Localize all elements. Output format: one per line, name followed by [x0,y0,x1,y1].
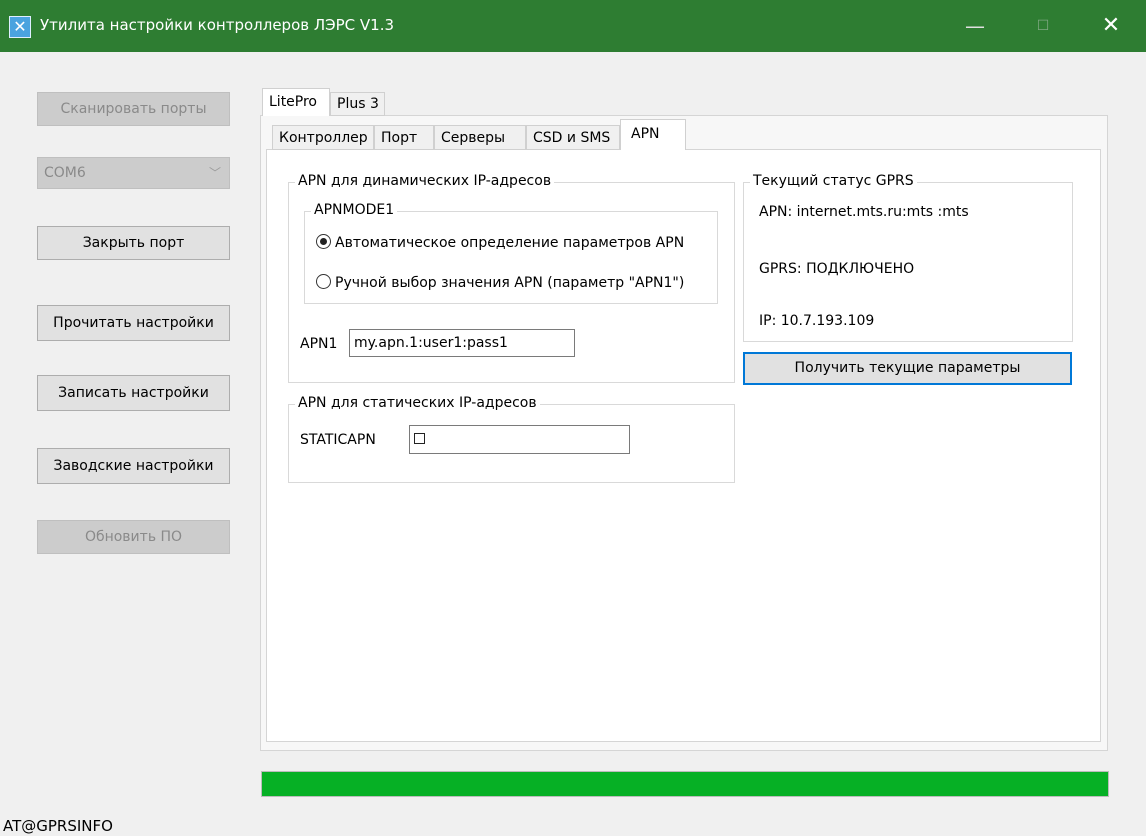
chevron-down-icon: ﹀ [208,166,221,180]
gprs-ip-value: IP: 10.7.193.109 [759,313,875,329]
staticapn-input[interactable] [409,425,630,454]
staticapn-label: STATICAPN [300,432,376,448]
gprs-status-title: Текущий статус GPRS [750,173,917,189]
tab-servers[interactable]: Серверы [434,125,526,150]
radio-manual-apn[interactable]: Ручной выбор значения APN (параметр "APN… [316,274,684,291]
write-settings-button[interactable]: Записать настройки [37,375,230,411]
tab-csd-sms[interactable]: CSD и SMS [526,125,620,150]
tab-litepro[interactable]: LitePro [262,88,330,116]
update-firmware-button[interactable]: Обновить ПО [37,520,230,554]
apn1-input[interactable]: my.apn.1:user1:pass1 [349,329,575,357]
tab-plus-3[interactable]: Plus 3 [330,92,385,116]
radio-unchecked-icon[interactable] [316,274,331,289]
radio-auto-label: Автоматическое определение параметров AP… [335,235,685,251]
radio-manual-label: Ручной выбор значения APN (параметр "APN… [335,275,685,291]
square-glyph-icon [414,433,425,444]
factory-settings-button[interactable]: Заводские настройки [37,448,230,484]
tab-apn[interactable]: APN [620,119,686,150]
minimize-icon[interactable]: — [952,10,998,42]
port-select[interactable]: COM6 ﹀ [37,157,230,189]
tab-controller[interactable]: Контроллер [272,125,374,150]
radio-auto-apn[interactable]: Автоматическое определение параметров AP… [316,234,684,251]
apn-dynamic-title: APN для динамических IP-адресов [295,173,555,189]
status-bar: AT@GPRSINFO [0,813,1146,836]
maximize-icon[interactable]: ☐ [1020,10,1066,42]
gprs-state-value: GPRS: ПОДКЛЮЧЕНО [759,261,915,277]
scan-ports-button[interactable]: Сканировать порты [37,92,230,126]
app-icon: ✕ [9,16,31,38]
tab-port[interactable]: Порт [374,125,434,150]
apnmode1-title: APNMODE1 [311,202,398,218]
read-settings-button[interactable]: Прочитать настройки [37,305,230,341]
close-port-button[interactable]: Закрыть порт [37,226,230,260]
get-current-params-button[interactable]: Получить текущие параметры [743,352,1072,385]
progress-bar [261,771,1109,797]
close-icon[interactable]: ✕ [1088,10,1134,42]
window-title: Утилита настройки контроллеров ЛЭРС V1.3 [40,16,395,34]
radio-checked-icon[interactable] [316,234,331,249]
progress-fill [262,772,1108,796]
title-bar: ✕ Утилита настройки контроллеров ЛЭРС V1… [0,0,1146,52]
port-select-value: COM6 [44,165,86,181]
apn-static-title: APN для статических IP-адресов [295,395,540,411]
apn1-label: APN1 [300,336,338,352]
gprs-apn-value: APN: internet.mts.ru:mts :mts [759,204,969,220]
status-text: AT@GPRSINFO [3,817,113,835]
